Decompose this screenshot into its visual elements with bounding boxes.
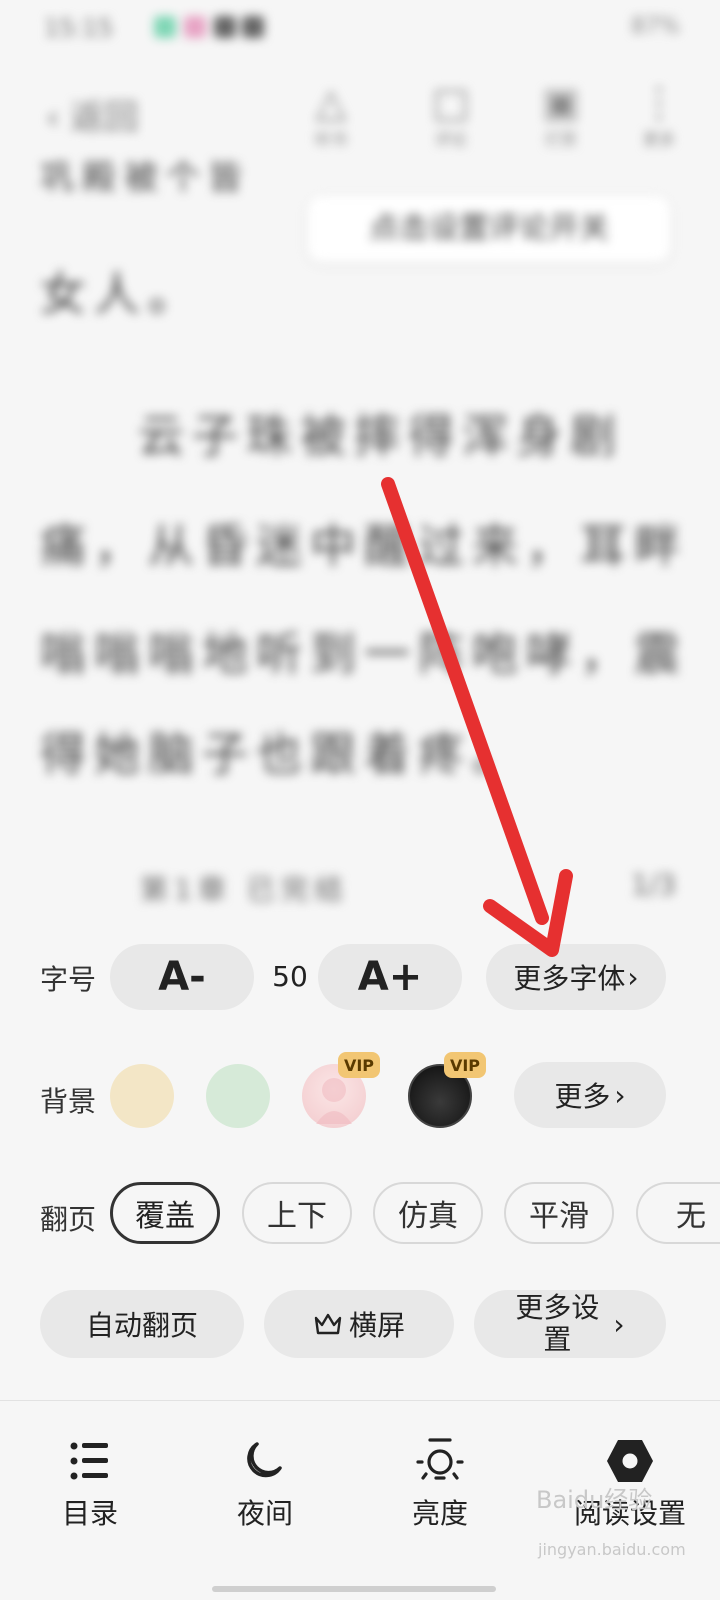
red-arrow-annotation xyxy=(381,477,573,957)
